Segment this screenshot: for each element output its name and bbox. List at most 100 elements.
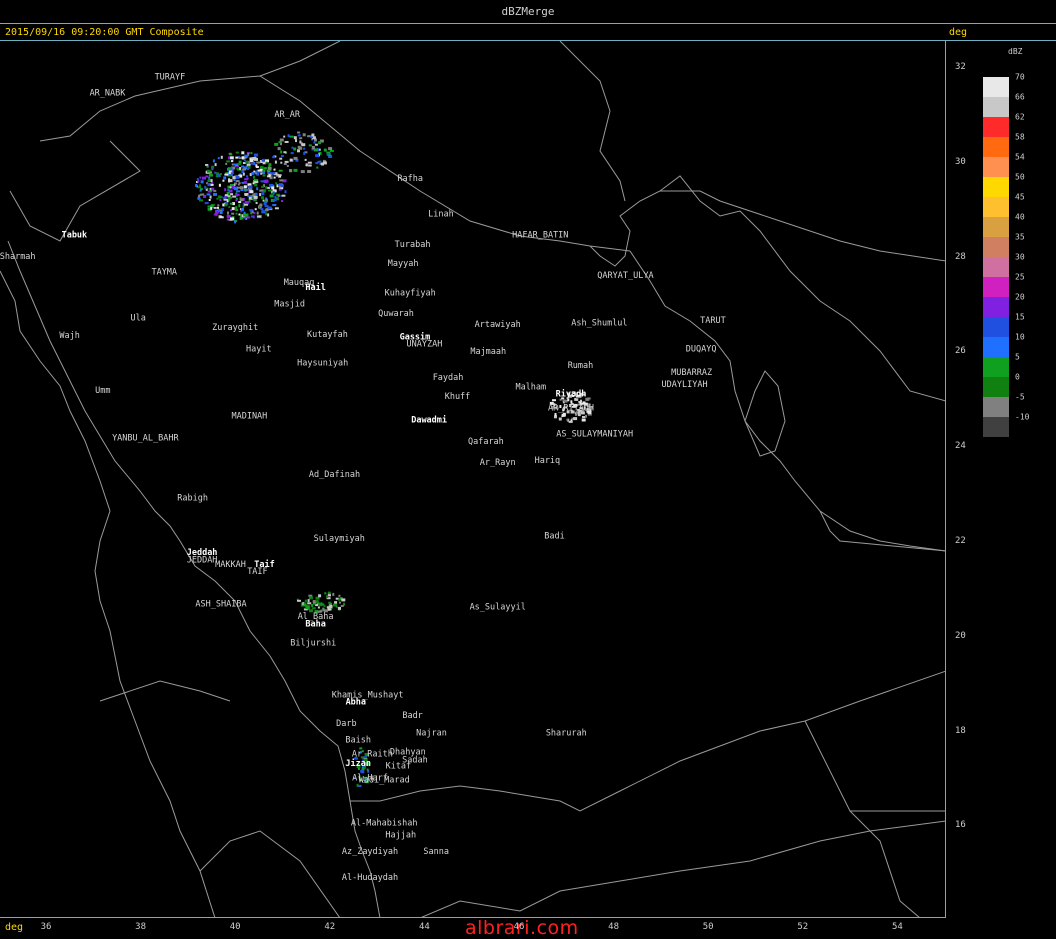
radar-echo (265, 161, 268, 164)
radar-echo (332, 592, 335, 596)
legend-swatch (983, 337, 1009, 357)
city-label: Mayyah (388, 259, 419, 269)
radar-echo (277, 194, 280, 197)
radar-echo (268, 174, 271, 178)
radar-echo (223, 196, 227, 199)
color-legend (983, 77, 1009, 437)
radar-echo (240, 186, 243, 190)
city-label: Faydah (433, 373, 464, 383)
radar-echo (265, 186, 268, 190)
radar-echo (304, 158, 307, 161)
radar-echo (322, 603, 325, 606)
radar-echo (324, 592, 327, 595)
radar-echo (273, 168, 276, 171)
radar-echo (255, 202, 258, 204)
radar-echo (256, 161, 261, 164)
radar-echo (235, 193, 240, 196)
radar-echo (263, 210, 266, 213)
radar-echo (228, 171, 231, 174)
city-label: AS_SULAYMANIYAH (556, 430, 633, 440)
radar-echo (563, 399, 568, 403)
radar-echo (219, 199, 222, 201)
city-label: Dawadmi (411, 415, 447, 426)
legend-swatch (983, 417, 1009, 437)
radar-echo (214, 163, 217, 167)
radar-echo (274, 195, 277, 199)
radar-echo (200, 193, 205, 196)
radar-echo (229, 202, 233, 205)
radar-echo (245, 160, 249, 164)
radar-echo (223, 198, 228, 201)
city-label: Zurayghit (212, 323, 258, 333)
legend-label: -10 (1015, 412, 1030, 422)
radar-echo (303, 151, 306, 155)
city-label: ASH_SHAIBA (195, 599, 246, 609)
radar-echo (272, 204, 277, 206)
x-tick-label: 54 (891, 922, 903, 932)
radar-echo (269, 194, 274, 198)
radar-echo (233, 182, 237, 185)
city-labels-layer: TURAYF AR_NABK AR_AR Rafha Linah Turabah HAFAR… (0, 72, 726, 883)
x-tick-label: 42 (324, 922, 336, 932)
radar-echo (581, 418, 586, 422)
legend-label: 62 (1015, 112, 1025, 122)
radar-echo (251, 171, 255, 175)
radar-echo (248, 199, 251, 203)
x-tick-label: 36 (40, 922, 52, 932)
radar-echo (301, 143, 306, 147)
radar-echo (208, 199, 211, 201)
radar-echo (249, 197, 252, 200)
radar-echo (231, 207, 235, 211)
radar-map[interactable]: TURAYF AR_NABK AR_AR Rafha Linah Turabah HAFAR… (0, 41, 946, 918)
radar-echo (297, 131, 301, 134)
radar-echo (235, 151, 239, 154)
radar-echo (287, 134, 290, 138)
radar-echo (195, 184, 198, 187)
radar-echo (212, 159, 215, 163)
radar-echo (333, 603, 337, 607)
city-label: HAFAR_BATIN (512, 231, 568, 241)
radar-echo (573, 417, 578, 421)
radar-echo (244, 154, 249, 158)
radar-echo (338, 606, 341, 610)
legend-swatch (983, 177, 1009, 197)
radar-echo (326, 595, 329, 599)
radar-echo (249, 209, 254, 212)
city-label: DUQAYQ (686, 344, 717, 354)
radar-echo (263, 189, 266, 193)
radar-echo (293, 156, 298, 160)
legend-swatch (983, 77, 1009, 97)
radar-echo (283, 151, 287, 154)
radar-echo (229, 186, 232, 189)
radar-echo (254, 178, 257, 181)
city-label: Sharurah (546, 728, 587, 738)
radar-echo (253, 161, 256, 165)
radar-echo (218, 183, 221, 187)
radar-echo (239, 167, 242, 170)
legend-label: 0 (1015, 372, 1020, 382)
radar-echo (311, 133, 315, 137)
radar-echo (295, 139, 297, 143)
radar-echo (246, 175, 249, 178)
radar-echo (317, 160, 322, 163)
radar-echo (220, 155, 223, 159)
radar-echo (321, 162, 324, 166)
city-label: Biljurshi (290, 638, 336, 648)
radar-echo (224, 204, 228, 207)
radar-echo (274, 160, 277, 164)
radar-echo (242, 168, 247, 171)
radar-echo (251, 196, 254, 199)
radar-echo (308, 144, 312, 147)
radar-echo (261, 158, 265, 162)
border-saudi-oman (804, 720, 945, 812)
radar-echo (255, 164, 258, 168)
city-label: Rafha (397, 174, 423, 184)
legend-label: 40 (1015, 212, 1025, 222)
radar-echo (238, 204, 241, 208)
radar-echo (241, 217, 244, 220)
radar-echo (235, 175, 240, 179)
y-tick-label: 18 (955, 725, 966, 736)
city-label: Rumah (568, 361, 594, 371)
radar-echo (261, 196, 265, 200)
radar-echo (304, 599, 307, 603)
